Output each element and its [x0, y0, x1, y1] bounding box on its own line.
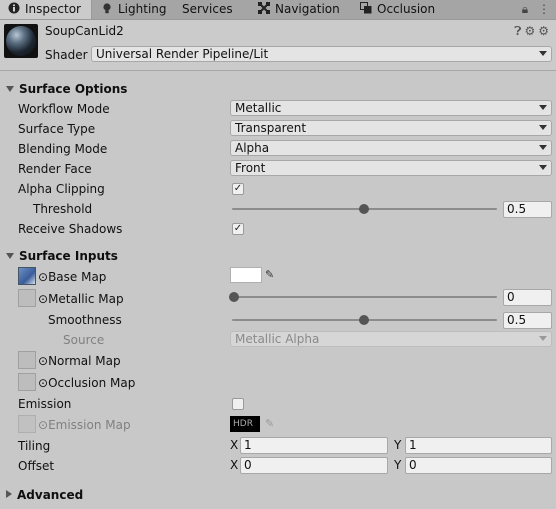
emission-hdr-color: HDR — [230, 416, 260, 432]
threshold-slider-handle[interactable] — [359, 204, 369, 214]
shader-dropdown[interactable]: Universal Render Pipeline/Lit — [91, 46, 552, 62]
tab-navigation[interactable]: Navigation — [258, 0, 340, 19]
bulb-icon — [101, 1, 113, 14]
blending-mode-dropdown[interactable]: Alpha — [230, 140, 552, 156]
navigation-icon — [258, 1, 270, 14]
object-picker-icon[interactable]: ⊙ — [38, 354, 48, 368]
chevron-down-icon — [539, 125, 547, 130]
chevron-down-icon — [539, 336, 547, 341]
emission-map-label: ⊙Emission Map — [38, 418, 131, 432]
offset-label: Offset — [18, 459, 55, 473]
tab-inspector[interactable]: Inspector — [0, 0, 92, 19]
tiling-label: Tiling — [18, 439, 51, 453]
base-map-color-swatch[interactable] — [230, 267, 262, 283]
foldout-expanded-icon — [6, 253, 14, 259]
occlusion-map-label: ⊙Occlusion Map — [38, 376, 136, 390]
receive-shadows-checkbox[interactable]: ✓ — [232, 223, 244, 235]
header-icons: ❓︎⚙︎⚙︎ — [514, 24, 552, 39]
occlusion-icon — [360, 1, 372, 14]
offset-x-field[interactable]: 0 — [240, 457, 388, 474]
chevron-down-icon — [539, 105, 547, 110]
alpha-clipping-checkbox[interactable]: ✓ — [232, 183, 244, 195]
chevron-down-icon — [539, 165, 547, 170]
metallic-map-label: ⊙Metallic Map — [38, 292, 124, 306]
normal-map-texture-slot[interactable] — [18, 351, 36, 369]
object-picker-icon[interactable]: ⊙ — [38, 292, 48, 306]
base-map-texture-slot[interactable] — [18, 267, 36, 285]
gear-icon[interactable]: ⚙︎ — [538, 24, 552, 38]
metallic-slider[interactable] — [232, 296, 497, 298]
render-face-label: Render Face — [18, 162, 92, 176]
offset-x-label: X — [230, 458, 239, 472]
workflow-mode-dropdown[interactable]: Metallic — [230, 100, 552, 116]
normal-map-label: ⊙Normal Map — [38, 354, 121, 368]
tiling-x-field[interactable]: 1 — [240, 437, 388, 454]
foldout-expanded-icon — [6, 86, 14, 92]
object-picker-icon: ⊙ — [38, 418, 49, 432]
material-header: SoupCanLid2 Shader Universal Render Pipe… — [0, 20, 556, 71]
tab-controls: 🔒︎ ⋮ — [522, 2, 550, 17]
metallic-field[interactable]: 0 — [503, 289, 552, 306]
foldout-collapsed-icon — [6, 490, 12, 498]
tab-bar: Inspector Lighting Services Navigation O… — [0, 0, 556, 20]
eyedropper-icon[interactable]: ✎ — [265, 267, 274, 283]
tab-lighting[interactable]: Lighting — [101, 0, 167, 19]
metallic-slider-handle[interactable] — [229, 292, 239, 302]
surface-options-header[interactable]: Surface Options — [6, 81, 127, 97]
base-map-label: ⊙Base Map — [38, 270, 107, 284]
emission-map-texture-slot — [18, 415, 36, 433]
tiling-x-label: X — [230, 438, 239, 452]
occlusion-map-texture-slot[interactable] — [18, 373, 36, 391]
chevron-down-icon — [539, 145, 547, 150]
advanced-header[interactable]: Advanced — [6, 487, 83, 503]
render-face-dropdown[interactable]: Front — [230, 160, 552, 176]
lock-icon[interactable]: 🔒︎ — [522, 2, 528, 16]
info-icon — [8, 1, 20, 14]
surface-inputs-header[interactable]: Surface Inputs — [6, 248, 118, 264]
help-icon[interactable]: ❓︎ — [514, 24, 524, 38]
emission-label: Emission — [18, 397, 72, 411]
tab-occlusion[interactable]: Occlusion — [360, 0, 435, 19]
workflow-mode-label: Workflow Mode — [18, 102, 110, 116]
menu-icon[interactable]: ⋮ — [538, 2, 550, 16]
offset-y-field[interactable]: 0 — [405, 457, 552, 474]
surface-type-dropdown[interactable]: Transparent — [230, 120, 552, 136]
material-name: SoupCanLid2 — [45, 24, 124, 38]
surface-type-label: Surface Type — [18, 122, 96, 136]
threshold-field[interactable]: 0.5 — [503, 201, 552, 218]
source-dropdown: Metallic Alpha — [230, 331, 552, 347]
alpha-clipping-label: Alpha Clipping — [18, 182, 105, 196]
receive-shadows-label: Receive Shadows — [18, 222, 123, 236]
emission-checkbox[interactable] — [232, 398, 244, 410]
blending-mode-label: Blending Mode — [18, 142, 108, 156]
tab-services[interactable]: Services — [170, 0, 233, 19]
object-picker-icon[interactable]: ⊙ — [38, 270, 48, 284]
metallic-map-texture-slot[interactable] — [18, 289, 36, 307]
tiling-y-label: Y — [394, 438, 402, 452]
chevron-down-icon — [539, 51, 547, 56]
source-label: Source — [63, 333, 105, 347]
shader-label: Shader — [45, 48, 88, 62]
offset-y-label: Y — [394, 458, 402, 472]
smoothness-field[interactable]: 0.5 — [503, 312, 552, 329]
material-preview — [4, 24, 38, 58]
settings-sliders-icon[interactable]: ⚙︎ — [524, 24, 538, 38]
object-picker-icon[interactable]: ⊙ — [38, 376, 48, 390]
tiling-y-field[interactable]: 1 — [405, 437, 552, 454]
eyedropper-icon: ✎ — [265, 417, 275, 430]
smoothness-slider-handle[interactable] — [359, 315, 369, 325]
threshold-label: Threshold — [33, 202, 93, 216]
smoothness-label: Smoothness — [48, 313, 122, 327]
